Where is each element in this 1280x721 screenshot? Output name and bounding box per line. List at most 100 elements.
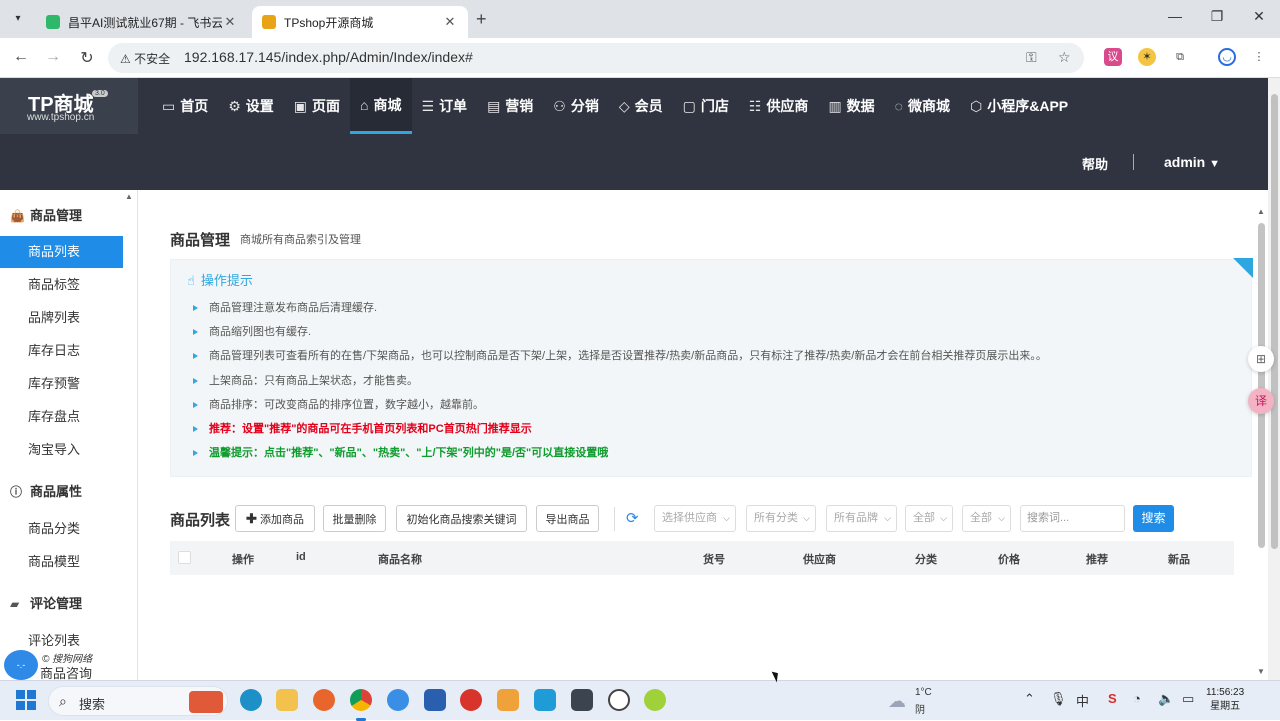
supplier-select[interactable]: 选择供应商 ⌵	[654, 505, 736, 532]
sidebar-item-stock-check[interactable]: 库存盘点	[0, 401, 123, 433]
category-select[interactable]: 所有分类 ⌵	[746, 505, 816, 532]
close-tab-icon[interactable]: ✕	[442, 14, 458, 30]
menu-item[interactable]: ▥ 数据	[818, 78, 884, 134]
menu-item[interactable]: ☰ 订单	[412, 78, 478, 134]
collapse-corner-icon[interactable]	[1233, 258, 1253, 278]
app-icon[interactable]	[424, 689, 446, 711]
app-icon[interactable]	[534, 689, 556, 711]
menu-item[interactable]: ▤ 营销	[477, 78, 543, 134]
chrome-app-icon[interactable]	[350, 689, 372, 721]
menu-item[interactable]: ⌂ 商城	[350, 78, 412, 134]
scroll-down-icon[interactable]: ▼	[1257, 667, 1265, 676]
sidebar-item-brands[interactable]: 品牌列表	[0, 302, 123, 334]
menu-item[interactable]: ⚙ 设置	[218, 78, 284, 134]
browser-tab-active[interactable]: TPshop开源商城 ✕	[252, 6, 468, 38]
sidebar-item-goods-tags[interactable]: 商品标签	[0, 269, 123, 301]
sidebar-group-attributes[interactable]: ⓘ 商品属性	[10, 481, 82, 500]
status-select[interactable]: 全部 ⌵	[905, 505, 953, 532]
menu-item[interactable]: ▭ 首页	[152, 78, 218, 134]
extension-icon[interactable]: ✶	[1138, 48, 1156, 66]
app-icon[interactable]	[387, 689, 409, 711]
select-all-checkbox[interactable]	[178, 551, 191, 564]
ime-indicator[interactable]: 中	[1076, 691, 1089, 710]
scroll-up-icon[interactable]: ▲	[1257, 207, 1265, 216]
brand-select[interactable]: 所有品牌 ⌵	[826, 505, 897, 532]
search-input[interactable]: 搜索词...	[1020, 505, 1125, 532]
menu-item[interactable]: ◇ 会员	[609, 78, 673, 134]
menu-item[interactable]: ▢ 门店	[673, 78, 739, 134]
bookmark-star-icon[interactable]: ☆	[1058, 49, 1071, 66]
scroll-up-icon[interactable]: ▲	[125, 192, 133, 201]
key-icon[interactable]: ⚿	[1026, 49, 1037, 66]
translate-float-icon[interactable]: 译	[1248, 388, 1274, 414]
windows-start-icon[interactable]	[16, 690, 36, 710]
sidebar-item-models[interactable]: 商品模型	[0, 546, 123, 578]
firefox-app-icon[interactable]	[313, 689, 335, 711]
tpshop-logo[interactable]: TP商城 3.0 www.tpshop.cn	[0, 78, 138, 134]
app-icon[interactable]	[497, 689, 519, 711]
app-icon[interactable]	[571, 689, 593, 711]
init-keywords-button[interactable]: 初始化商品搜索关键词	[396, 505, 527, 532]
help-link[interactable]: 帮助	[1082, 154, 1108, 173]
column-header[interactable]: 推荐	[1086, 551, 1108, 567]
refresh-icon[interactable]: ⟳	[626, 509, 639, 527]
page-scrollbar[interactable]	[1268, 78, 1280, 680]
volume-icon[interactable]: 🔈	[1158, 691, 1174, 707]
ime-floating-icon[interactable]: -.-	[4, 650, 38, 680]
sidebar-scrollbar[interactable]: ▲	[124, 190, 136, 680]
omnibox[interactable]: ⚠ 不安全 192.168.17.145/index.php/Admin/Ind…	[108, 43, 1084, 73]
menu-item[interactable]: ▣ 页面	[284, 78, 350, 134]
edge-app-icon[interactable]	[240, 689, 262, 711]
column-header[interactable]: 新品	[1168, 551, 1190, 567]
puzzle-extensions-icon[interactable]: ⧉	[1171, 48, 1189, 66]
restore-icon[interactable]: ❐	[1202, 8, 1232, 25]
user-menu[interactable]: admin ▼	[1164, 154, 1220, 170]
chevron-up-icon[interactable]: ⌃	[1024, 691, 1035, 707]
more-menu-icon[interactable]: ⋮	[1250, 48, 1268, 66]
sidebar-item-stock-warning[interactable]: 库存预警	[0, 368, 123, 400]
add-goods-button[interactable]: ✚ 添加商品	[235, 505, 315, 532]
menu-item[interactable]: ◌ 微商城	[885, 78, 960, 134]
export-goods-button[interactable]: 导出商品	[536, 505, 599, 532]
minimize-icon[interactable]: —	[1160, 8, 1190, 24]
batch-delete-button[interactable]: 批量删除	[323, 505, 386, 532]
battery-icon[interactable]: ▭	[1182, 691, 1194, 707]
taskbar-search[interactable]: ⌕ 搜索	[48, 686, 228, 716]
reload-icon[interactable]: ↻	[76, 48, 98, 68]
column-header[interactable]: 货号	[703, 551, 725, 567]
sogou-icon[interactable]: S	[1108, 691, 1117, 706]
close-window-icon[interactable]: ✕	[1244, 8, 1274, 25]
system-clock[interactable]: 11:56:23 星期五	[1206, 686, 1244, 714]
scrollbar-thumb[interactable]	[1258, 223, 1265, 548]
not-secure-indicator[interactable]: ⚠ 不安全	[120, 50, 170, 67]
wifi-icon[interactable]: ◔	[1133, 691, 1141, 706]
clock-app-icon[interactable]	[608, 689, 630, 711]
content-scrollbar[interactable]: ▲ ▼	[1255, 205, 1268, 680]
column-header[interactable]: 商品名称	[378, 551, 422, 567]
column-header[interactable]: 价格	[998, 551, 1020, 567]
sidebar-group-goods[interactable]: 👜 商品管理	[10, 205, 82, 224]
column-header[interactable]: id	[296, 551, 306, 563]
forward-icon[interactable]: →	[42, 48, 64, 66]
pdf-app-icon[interactable]	[460, 689, 482, 711]
sidebar-item-stock-log[interactable]: 库存日志	[0, 335, 123, 367]
sidebar-item-goods-list[interactable]: 商品列表	[0, 236, 123, 268]
sidebar-group-comments[interactable]: ▰ 评论管理	[10, 593, 82, 612]
menu-item[interactable]: ⬡ 小程序&APP	[960, 78, 1078, 134]
menu-item[interactable]: ⚇ 分销	[543, 78, 609, 134]
search-button[interactable]: 搜索	[1133, 505, 1174, 532]
menu-item[interactable]: ☷ 供应商	[739, 78, 819, 134]
extension-icon[interactable]: 议	[1104, 48, 1122, 66]
back-icon[interactable]: ←	[10, 48, 32, 66]
profile-icon[interactable]: ◡	[1218, 48, 1236, 66]
sidebar-item-categories[interactable]: 商品分类	[0, 513, 123, 545]
app-icon[interactable]	[644, 689, 666, 711]
tips-header[interactable]: ☝ 操作提示	[187, 270, 253, 289]
scrollbar-thumb[interactable]	[1271, 94, 1278, 549]
tab-search-icon[interactable]: ▾	[8, 8, 28, 28]
sidebar-item-taobao-import[interactable]: 淘宝导入	[0, 434, 123, 466]
url-text[interactable]: 192.168.17.145/index.php/Admin/Index/ind…	[184, 49, 473, 65]
new-tab-icon[interactable]: +	[476, 9, 487, 30]
close-tab-icon[interactable]: ✕	[222, 14, 238, 30]
type-select[interactable]: 全部 ⌵	[962, 505, 1011, 532]
